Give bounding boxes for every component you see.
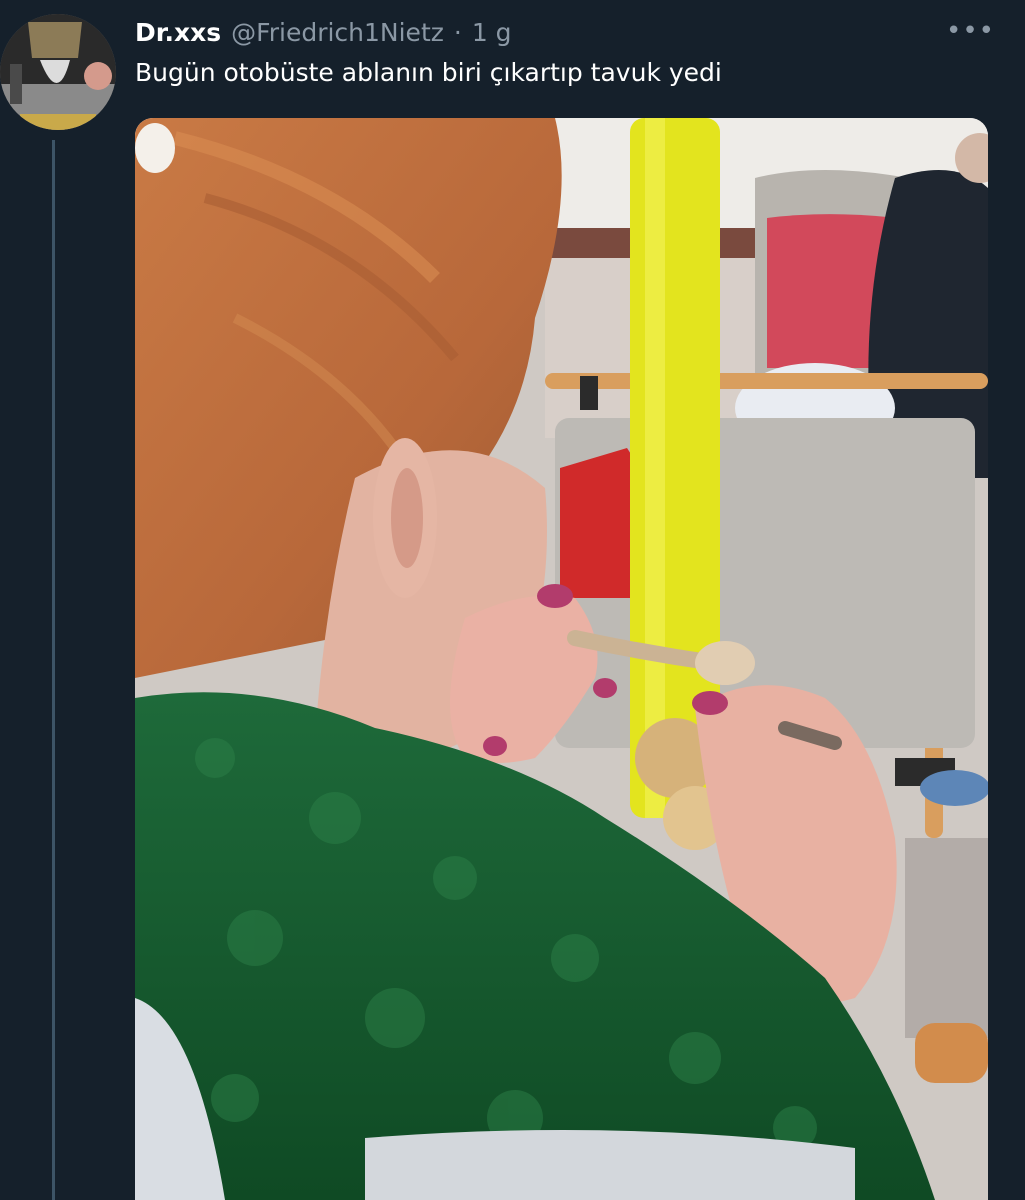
tweet-text: Bugün otobüste ablanın biri çıkartıp tav… [135,58,722,87]
tweet-timestamp[interactable]: 1 g [472,18,512,47]
avatar-image [0,14,116,130]
tweet-media-photo[interactable] [135,118,988,1200]
tweet-header: Dr.xxs @Friedrich1Nietz · 1 g [135,12,512,52]
more-horizontal-icon[interactable]: ••• [946,16,995,46]
tweet-card: Dr.xxs @Friedrich1Nietz · 1 g ••• Bugün … [0,0,1025,1200]
thread-line [52,140,55,1200]
user-handle[interactable]: @Friedrich1Nietz [231,18,444,47]
photo [135,118,988,1200]
avatar[interactable] [0,14,116,130]
display-name[interactable]: Dr.xxs [135,18,221,47]
separator-dot: · [453,17,462,47]
